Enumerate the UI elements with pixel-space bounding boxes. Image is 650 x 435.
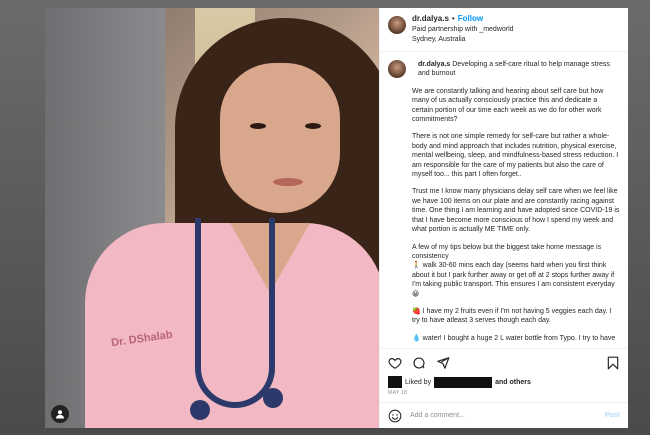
caption-username[interactable]: dr.dalya.s: [418, 61, 450, 68]
photo-stethoscope-bell: [190, 400, 210, 420]
paid-partnership-label[interactable]: Paid partnership with _medworld: [412, 25, 514, 34]
bookmark-icon[interactable]: [606, 356, 620, 370]
caption-area[interactable]: dr.dalya.s Developing a self-care ritual…: [380, 52, 628, 348]
likes-summary: Liked by and others: [380, 376, 628, 388]
caption-paragraph: A few of my tips below but the biggest t…: [388, 243, 620, 299]
tagged-user-icon[interactable]: [51, 405, 69, 423]
post-photo[interactable]: Dr. DShalab: [45, 8, 379, 428]
photo-stethoscope-bell-2: [263, 388, 283, 408]
comment-form: Add a comment... Post: [380, 402, 628, 428]
tip-fruit-text: I have my 2 fruits even if I'm not havin…: [412, 307, 612, 325]
caption-author-avatar[interactable]: [388, 60, 406, 78]
redacted-username[interactable]: [434, 376, 493, 388]
caption-paragraph: We are constantly talking and hearing ab…: [412, 87, 604, 124]
liked-by-label: Liked by: [405, 378, 432, 386]
walking-emoji-icon: 🚶: [412, 262, 421, 270]
strawberry-emoji-icon: 🍓: [412, 307, 421, 315]
redacted-avatar: [388, 376, 402, 388]
photo-face: [220, 63, 340, 213]
smile-emoji-icon: 😀: [412, 290, 420, 298]
photo-eye-left: [250, 123, 266, 129]
caption-tips-intro: A few of my tips below but the biggest t…: [412, 243, 602, 260]
comment-icon[interactable]: [412, 356, 426, 370]
caption-paragraph: There is not one simple remedy for self-…: [412, 133, 619, 179]
post-date[interactable]: MAY 18: [380, 388, 628, 402]
caption-paragraph: Trust me I know many physicians delay se…: [412, 188, 620, 234]
post-location[interactable]: Sydney, Australia: [412, 35, 514, 44]
and-others-link[interactable]: and others: [495, 379, 531, 386]
post-header: dr.dalya.s • Follow Paid partnership wit…: [380, 8, 628, 52]
emoji-picker-icon[interactable]: [388, 409, 402, 423]
post-modal: Dr. DShalab dr.dalya.s • Follow Paid par…: [45, 8, 628, 428]
caption-tip-fruit: 🍓 I have my 2 fruits even if I'm not hav…: [388, 307, 620, 326]
share-icon[interactable]: [436, 356, 450, 370]
photo-lips: [273, 178, 303, 186]
author-avatar[interactable]: [388, 16, 406, 34]
tip-water-text: water! I bought a huge 2 L water bottle …: [422, 334, 616, 342]
caption-tip-water: 💧 water! I bought a huge 2 L water bottl…: [388, 334, 620, 343]
droplet-emoji-icon: 💧: [412, 334, 421, 342]
author-username[interactable]: dr.dalya.s: [412, 14, 449, 24]
caption-tip-walk: 🚶 walk 30-60 mins each day (seems hard w…: [412, 261, 620, 289]
heart-icon[interactable]: [388, 356, 402, 370]
photo-eye-right: [305, 123, 321, 129]
photo-stethoscope: [195, 218, 275, 408]
separator-dot: •: [451, 14, 455, 23]
follow-button[interactable]: Follow: [458, 14, 483, 24]
comment-input[interactable]: Add a comment...: [410, 412, 597, 419]
action-bar: [380, 348, 628, 376]
tip-walk-text: walk 30-60 mins each day (seems hard whe…: [412, 262, 615, 289]
post-comment-button[interactable]: Post: [605, 412, 620, 419]
post-side-panel: dr.dalya.s • Follow Paid partnership wit…: [379, 8, 628, 428]
